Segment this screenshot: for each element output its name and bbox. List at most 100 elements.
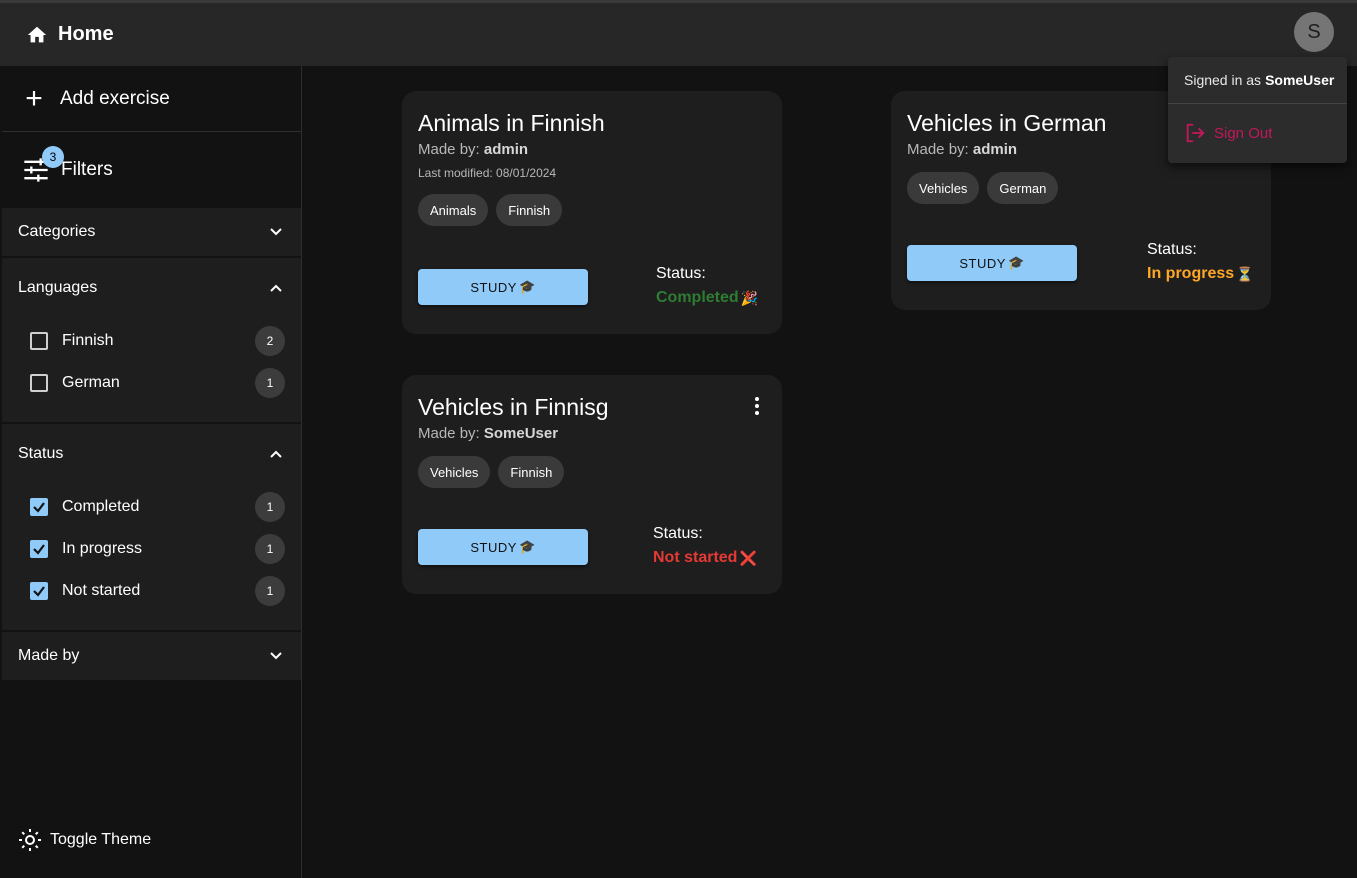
- checkmark-icon: [33, 502, 45, 513]
- made-by-line: Made by: admin: [418, 141, 766, 158]
- home-button[interactable]: Home: [26, 23, 114, 46]
- made-by-author: admin: [483, 141, 529, 158]
- study-label: STUDY: [959, 255, 1006, 271]
- tag-list: Vehicles German: [907, 172, 1255, 204]
- tag-chip[interactable]: Animals: [418, 194, 489, 226]
- checkbox[interactable]: [30, 498, 48, 516]
- card-title: Vehicles in Finnisg: [418, 394, 609, 420]
- filter-option-completed[interactable]: Completed 1: [2, 486, 301, 528]
- tag-list: Vehicles Finnish: [418, 456, 766, 488]
- option-label: Not started: [62, 582, 141, 599]
- toggle-theme-label: Toggle Theme: [50, 831, 152, 848]
- study-button[interactable]: STUDY 🎓: [418, 529, 588, 565]
- accordion-languages: Languages Finnish 2 German 1: [2, 258, 301, 422]
- tag-chip[interactable]: German: [987, 172, 1059, 204]
- status-value: Completed 🎉: [656, 289, 758, 307]
- tag-chip[interactable]: Finnish: [496, 194, 563, 226]
- checkmark-icon: [33, 586, 45, 597]
- toggle-theme-button[interactable]: Toggle Theme: [18, 828, 151, 852]
- checkbox[interactable]: [30, 374, 48, 392]
- count-chip: 1: [255, 576, 285, 606]
- home-label: Home: [58, 23, 114, 45]
- app-bar: Home S: [0, 0, 1357, 66]
- status-text: Not started: [653, 549, 738, 566]
- status-value: In progress ⏳: [1147, 265, 1254, 283]
- graduation-cap-icon: 🎓: [518, 539, 536, 554]
- add-exercise-label: Add exercise: [60, 87, 170, 109]
- more-options-icon[interactable]: [752, 397, 762, 415]
- accordion-header-made-by[interactable]: Made by: [2, 632, 301, 680]
- checkmark-icon: [33, 544, 45, 555]
- user-avatar[interactable]: S: [1294, 12, 1334, 52]
- sun-icon: [19, 829, 41, 851]
- status-block: Status: Not started ❌: [653, 525, 757, 567]
- status-text: Completed: [656, 289, 739, 306]
- made-by-prefix: Made by:: [418, 141, 480, 158]
- signed-in-username: SomeUser: [1265, 72, 1335, 88]
- chevron-down-icon: [270, 652, 282, 660]
- filter-option-german[interactable]: German 1: [2, 362, 301, 404]
- checkbox[interactable]: [30, 582, 48, 600]
- accordion-status: Status Completed 1 In progress 1 Not sta…: [2, 424, 301, 630]
- accordion-header-status[interactable]: Status: [2, 424, 301, 484]
- filter-option-not-started[interactable]: Not started 1: [2, 570, 301, 612]
- option-label: German: [62, 374, 120, 391]
- count-chip: 1: [255, 368, 285, 398]
- accordion-categories: Categories: [2, 208, 301, 256]
- accordion-title: Status: [18, 445, 64, 462]
- chevron-up-icon: [270, 450, 282, 458]
- signed-in-as: Signed in as SomeUser: [1168, 57, 1347, 104]
- chevron-down-icon: [270, 228, 282, 236]
- tag-chip[interactable]: Vehicles: [907, 172, 980, 204]
- checkbox[interactable]: [30, 540, 48, 558]
- option-label: Finnish: [62, 332, 114, 349]
- exercise-card: Vehicles in Finnisg Made by: SomeUser Ve…: [402, 375, 782, 594]
- logout-icon: [1186, 123, 1205, 143]
- sidebar: + Add exercise 3 Filters Categories Lang…: [2, 66, 302, 878]
- sign-out-button[interactable]: Sign Out: [1168, 104, 1347, 162]
- accordion-title: Categories: [18, 223, 96, 240]
- tag-list: Animals Finnish: [418, 194, 766, 226]
- exercise-card: Animals in Finnish Made by: admin Last m…: [402, 91, 782, 334]
- add-exercise-button[interactable]: + Add exercise: [2, 66, 301, 132]
- tag-chip[interactable]: Vehicles: [418, 456, 491, 488]
- study-button[interactable]: STUDY 🎓: [907, 245, 1077, 281]
- count-chip: 1: [255, 534, 285, 564]
- status-label: Status:: [653, 525, 703, 542]
- graduation-cap-icon: 🎓: [1007, 255, 1025, 270]
- accordion-made-by: Made by: [2, 632, 301, 680]
- study-label: STUDY: [470, 279, 517, 295]
- filters-label: Filters: [61, 159, 113, 180]
- made-by-author: SomeUser: [483, 425, 559, 442]
- card-title: Animals in Finnish: [418, 110, 605, 136]
- count-chip: 2: [255, 326, 285, 356]
- filters-count-badge: 3: [42, 146, 64, 168]
- sign-out-label: Sign Out: [1214, 124, 1273, 142]
- filter-option-finnish[interactable]: Finnish 2: [2, 320, 301, 362]
- status-label: Status:: [1147, 241, 1197, 258]
- filter-option-in-progress[interactable]: In progress 1: [2, 528, 301, 570]
- last-modified: Last modified: 08/01/2024: [418, 166, 557, 180]
- count-chip: 1: [255, 492, 285, 522]
- checkbox[interactable]: [30, 332, 48, 350]
- study-button[interactable]: STUDY 🎓: [418, 269, 588, 305]
- accordion-header-languages[interactable]: Languages: [2, 258, 301, 318]
- cross-mark-icon: ❌: [739, 549, 757, 566]
- accordion-title: Languages: [18, 279, 98, 296]
- graduation-cap-icon: 🎓: [518, 279, 536, 294]
- made-by-author: admin: [972, 141, 1018, 158]
- accordion-header-categories[interactable]: Categories: [2, 208, 301, 256]
- home-icon: [27, 26, 47, 42]
- made-by-prefix: Made by:: [418, 425, 480, 442]
- status-block: Status: In progress ⏳: [1147, 241, 1254, 283]
- tag-chip[interactable]: Finnish: [498, 456, 565, 488]
- chevron-up-icon: [270, 284, 282, 292]
- user-menu: Signed in as SomeUser Sign Out: [1168, 57, 1347, 163]
- status-label: Status:: [656, 265, 706, 282]
- accordion-title: Made by: [18, 647, 80, 664]
- hourglass-icon: ⏳: [1236, 265, 1254, 282]
- status-text: In progress: [1147, 265, 1235, 282]
- made-by-prefix: Made by:: [907, 141, 969, 158]
- option-label: Completed: [62, 498, 140, 515]
- study-label: STUDY: [470, 539, 517, 555]
